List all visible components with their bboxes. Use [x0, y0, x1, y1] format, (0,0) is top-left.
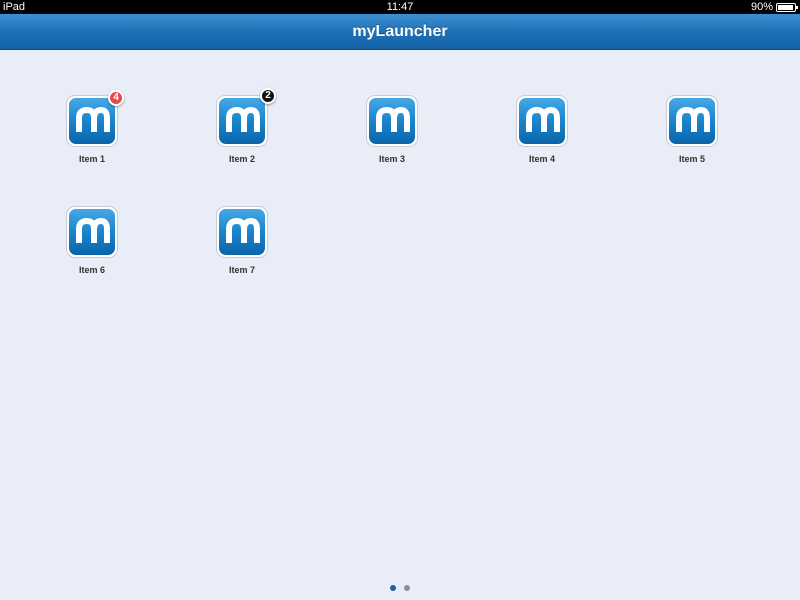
- launcher-item-label: Item 6: [78, 265, 105, 275]
- launcher-item-button[interactable]: [516, 95, 568, 147]
- page-dot[interactable]: [390, 585, 396, 591]
- launcher-item[interactable]: 2 Item 2: [182, 88, 302, 175]
- launcher-item-button[interactable]: [216, 206, 268, 258]
- launcher-item-button[interactable]: [366, 95, 418, 147]
- battery-icon: [776, 2, 798, 12]
- launcher-item-label: Item 7: [228, 265, 255, 275]
- page-title: myLauncher: [352, 23, 448, 40]
- navigation-bar: myLauncher: [0, 14, 800, 50]
- battery-percent: 90%: [750, 1, 773, 13]
- app-logo-icon: [69, 98, 115, 144]
- clock: 11:47: [386, 1, 414, 13]
- status-bar: iPad 11:47 90%: [0, 0, 800, 14]
- battery-indicator: 90%: [750, 0, 798, 14]
- launcher-item-label: Item 1: [78, 154, 105, 164]
- page-dot[interactable]: [404, 585, 410, 591]
- page-control[interactable]: [0, 585, 800, 593]
- launcher-item[interactable]: Item 6: [32, 206, 152, 286]
- app-logo-icon: [219, 98, 265, 144]
- launcher-item-label: Item 3: [378, 154, 405, 164]
- launcher-item[interactable]: Item 7: [182, 206, 302, 286]
- app-logo-icon: [669, 98, 715, 144]
- launcher-item[interactable]: Item 4: [482, 95, 602, 175]
- launcher-item-label: Item 5: [678, 154, 705, 164]
- notification-badge: 4: [108, 90, 124, 106]
- launcher-item-button[interactable]: [666, 95, 718, 147]
- launcher-screen: iPad 11:47 90% myLauncher 4 Item 1 2 Item 2…: [0, 0, 800, 600]
- launcher-item[interactable]: 4 Item 1: [32, 90, 152, 175]
- app-logo-icon: [369, 98, 415, 144]
- app-logo-icon: [219, 209, 265, 255]
- launcher-item[interactable]: Item 5: [632, 95, 752, 175]
- launcher-item-label: Item 4: [528, 154, 555, 164]
- launcher-item-button[interactable]: [216, 95, 268, 147]
- launcher-item[interactable]: Item 3: [332, 95, 452, 175]
- app-logo-icon: [69, 209, 115, 255]
- notification-badge: 2: [260, 88, 276, 104]
- launcher-item-button[interactable]: [66, 206, 118, 258]
- launcher-item-label: Item 2: [228, 154, 255, 164]
- app-logo-icon: [519, 98, 565, 144]
